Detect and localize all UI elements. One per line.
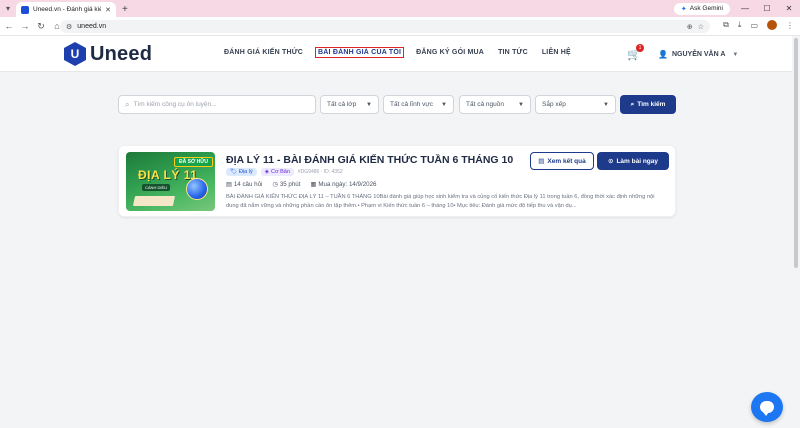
tab-list-icon[interactable]: ▾ <box>0 0 16 17</box>
owned-badge: ĐÃ SỞ HỮU <box>174 157 213 167</box>
search-button[interactable]: ⌕ Tìm kiếm <box>620 95 676 114</box>
assessment-card: ĐÃ SỞ HỮU ĐỊA LÝ 11 CÁNH DIỀU ĐỊA LÝ 11 … <box>118 145 676 217</box>
close-tab-icon[interactable]: ✕ <box>105 6 111 14</box>
card-meta: ▤ 14 câu hỏi ◷ 35 phút ▦ Mua ngày: 14/9/… <box>226 181 376 188</box>
search-icon: ⌕ <box>630 100 635 108</box>
new-tab-icon[interactable]: + <box>122 2 128 17</box>
chat-button[interactable] <box>751 392 783 422</box>
menu-icon[interactable]: ⋮ <box>786 21 794 30</box>
source-select-value: Tất cả nguồn <box>466 101 504 108</box>
sort-select[interactable]: Sắp xếp ▼ <box>535 95 616 114</box>
play-icon: ⊙ <box>608 158 614 165</box>
forward-icon[interactable]: → <box>18 21 32 31</box>
user-icon: 👤 <box>658 50 668 59</box>
chevron-down-icon: ▼ <box>366 101 372 108</box>
scrollbar-thumb[interactable] <box>794 38 798 268</box>
profile-avatar[interactable] <box>767 20 777 30</box>
start-test-label: Làm bài ngay <box>616 157 658 165</box>
favicon-icon <box>21 5 29 14</box>
calendar-icon: ▦ <box>310 181 317 188</box>
search-box: ⌕ <box>118 95 316 114</box>
chat-icon <box>760 401 774 416</box>
address-bar: ← → ↻ ⌂ ⚙ uneed.vn ⊕ ☆ ⧉ ⤓ ▭ ⋮ <box>0 17 800 36</box>
tab-title: Uneed.vn - Đánh giá kiến thức <box>33 6 102 13</box>
level-tag-label: Cơ Bản <box>270 169 290 175</box>
view-result-button[interactable]: ▤ Xem kết quả <box>530 152 594 170</box>
bookmark-star-icon[interactable]: ☆ <box>698 23 704 31</box>
download-icon[interactable]: ⤓ <box>738 20 742 30</box>
assessment-code: #DG9486 · ID: 4352 <box>297 169 343 175</box>
field-select[interactable]: Tất cả lĩnh vực ▼ <box>383 95 454 114</box>
site-header: U Uneed ĐÁNH GIÁ KIẾN THỨC BÀI ĐÁNH GIÁ … <box>0 36 800 72</box>
user-name: NGUYỄN VĂN A <box>671 51 726 58</box>
questions-text: 14 câu hỏi <box>233 181 263 188</box>
user-menu[interactable]: 👤 NGUYỄN VĂN A ▼ <box>658 50 738 59</box>
minimize-icon[interactable]: — <box>738 4 752 13</box>
globe-icon <box>186 178 208 200</box>
main-nav: ĐÁNH GIÁ KIẾN THỨC BÀI ĐÁNH GIÁ CỦA TÔI … <box>224 47 571 58</box>
logo-icon: U <box>64 42 86 66</box>
nav-dang-ky-goi-mua[interactable]: ĐĂNG KÝ GÓI MUA <box>416 49 484 56</box>
duration: ◷ 35 phút <box>272 181 300 188</box>
purchase-date-text: Mua ngày: 14/9/2026 <box>318 181 377 188</box>
url-field[interactable]: ⚙ uneed.vn ⊕ ☆ <box>60 20 710 33</box>
site-logo[interactable]: U Uneed <box>64 42 152 66</box>
zoom-icon[interactable]: ⊕ <box>687 23 693 31</box>
tag-icon: 🏷 <box>230 169 237 175</box>
grade-select[interactable]: Tất cả lớp ▼ <box>320 95 379 114</box>
chevron-down-icon: ▼ <box>518 101 524 108</box>
back-icon[interactable]: ← <box>2 21 16 31</box>
clock-icon: ◷ <box>272 181 278 188</box>
gemini-icon: ✦ <box>680 5 687 13</box>
window-controls: ✦ Ask Gemini — ☐ ✕ <box>673 0 796 17</box>
search-icon: ⌕ <box>125 99 130 109</box>
split-view-icon[interactable]: ▭ <box>750 21 758 30</box>
book-icon <box>132 196 176 206</box>
card-title[interactable]: ĐỊA LÝ 11 - BÀI ĐÁNH GIÁ KIẾN THỨC TUẦN … <box>226 154 513 166</box>
chevron-down-icon: ▼ <box>732 51 739 58</box>
nav-danh-gia-kien-thuc[interactable]: ĐÁNH GIÁ KIẾN THỨC <box>224 49 303 56</box>
reload-icon[interactable]: ↻ <box>34 21 48 32</box>
thumbnail-subtitle: CÁNH DIỀU <box>142 184 171 191</box>
subject-tag: 🏷 Địa lý <box>226 168 257 176</box>
site-info-icon[interactable]: ⚙ <box>66 23 72 31</box>
extensions-icon[interactable]: ⧉ <box>723 20 729 30</box>
nav-lien-he[interactable]: LIÊN HỆ <box>542 49 571 56</box>
field-select-value: Tất cả lĩnh vực <box>390 101 434 108</box>
chevron-down-icon: ▼ <box>603 101 609 108</box>
cart-count-badge: 1 <box>636 44 644 52</box>
maximize-icon[interactable]: ☐ <box>760 4 774 13</box>
sort-select-value: Sắp xếp <box>542 101 566 108</box>
source-select[interactable]: Tất cả nguồn ▼ <box>459 95 531 114</box>
toolbar-icons: ⧉ ⤓ ▭ ⋮ <box>723 20 794 30</box>
logo-text: Uneed <box>90 42 153 65</box>
search-button-label: Tìm kiếm <box>637 101 666 108</box>
gemini-label: Ask Gemini <box>689 5 723 12</box>
level-tag: ◈ Cơ Bản <box>260 168 294 176</box>
view-result-label: Xem kết quả <box>547 157 586 165</box>
url-text: uneed.vn <box>77 23 107 30</box>
chevron-down-icon: ▼ <box>441 101 447 108</box>
grade-select-value: Tất cả lớp <box>327 101 357 108</box>
document-icon: ▤ <box>538 158 545 165</box>
card-tags: 🏷 Địa lý ◈ Cơ Bản #DG9486 · ID: 4352 <box>226 168 343 176</box>
page-scrollbar[interactable] <box>792 36 800 428</box>
browser-tab[interactable]: Uneed.vn - Đánh giá kiến thức ✕ <box>16 2 116 17</box>
purchase-date: ▦ Mua ngày: 14/9/2026 <box>310 181 376 188</box>
close-window-icon[interactable]: ✕ <box>782 4 796 13</box>
nav-tin-tuc[interactable]: TIN TỨC <box>498 49 528 56</box>
document-icon: ▤ <box>226 181 232 188</box>
thumbnail-title: ĐỊA LÝ 11 <box>138 168 198 182</box>
card-description: BÀI ĐÁNH GIÁ KIẾN THỨC ĐỊA LÝ 11 – TUẦN … <box>226 194 655 209</box>
start-test-button[interactable]: ⊙ Làm bài ngay <box>597 152 669 170</box>
duration-text: 35 phút <box>279 181 301 188</box>
nav-bai-danh-gia-cua-toi[interactable]: BÀI ĐÁNH GIÁ CỦA TÔI <box>315 47 405 58</box>
search-input[interactable] <box>133 101 309 108</box>
questions-count: ▤ 14 câu hỏi <box>226 181 262 188</box>
diamond-icon: ◈ <box>264 169 269 175</box>
card-thumbnail[interactable]: ĐÃ SỞ HỮU ĐỊA LÝ 11 CÁNH DIỀU <box>126 152 215 211</box>
subject-tag-label: Địa lý <box>238 169 253 175</box>
ask-gemini-button[interactable]: ✦ Ask Gemini <box>673 2 730 15</box>
